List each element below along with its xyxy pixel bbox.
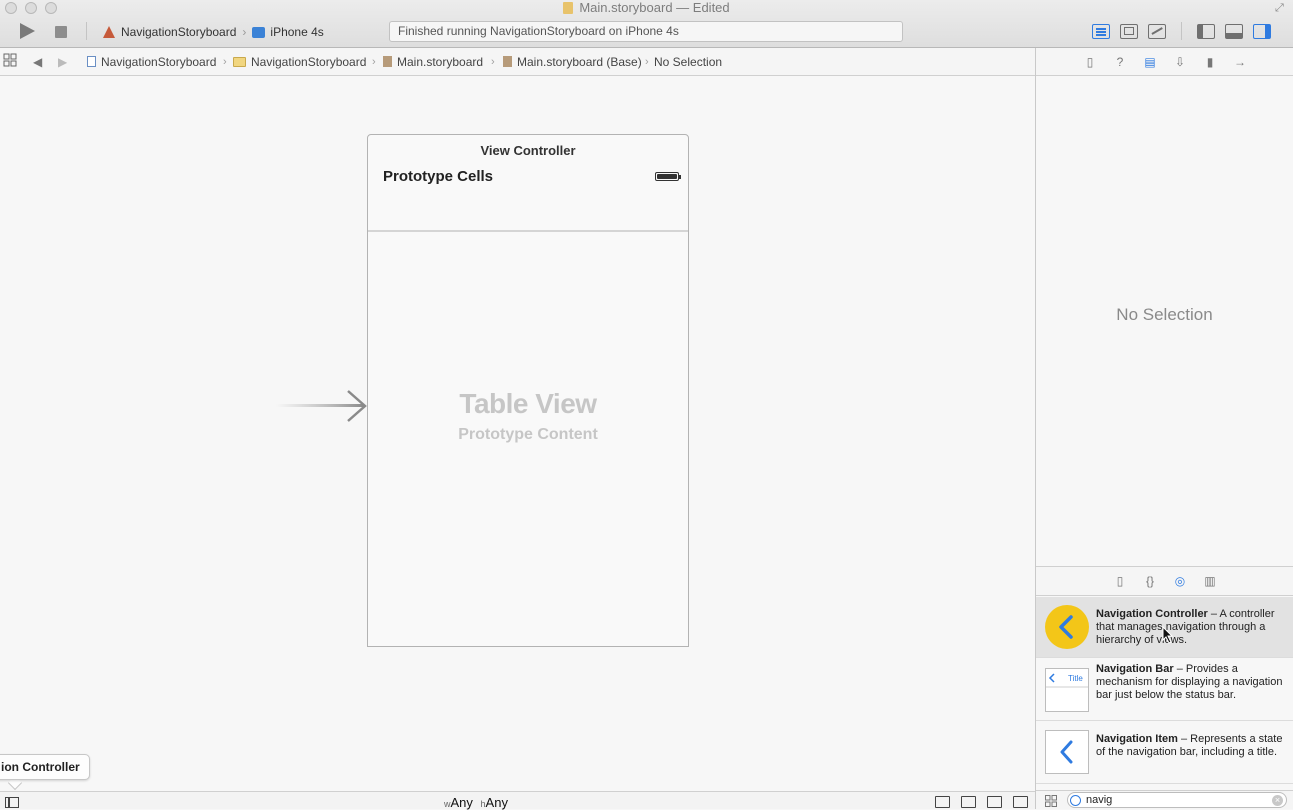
debug-area-toggle-icon[interactable] [1225,24,1243,39]
library-item-description: Navigation Controller – A controller tha… [1096,608,1275,646]
library-search-input[interactable]: navig [1067,792,1287,808]
chevron-right-icon: › [242,25,247,39]
library-item-description: Navigation Bar – Provides a mechanism fo… [1096,663,1283,701]
breadcrumb-project[interactable]: NavigationStoryboard [87,54,216,70]
attributes-inspector-icon[interactable]: ⇩ [1173,55,1187,69]
breadcrumb-localization[interactable]: Main.storyboard (Base) [503,54,642,70]
media-library-icon[interactable]: ▥ [1203,574,1217,588]
jump-bar: ◀ ▶ NavigationStoryboard › NavigationSto… [0,48,1035,76]
resolve-auto-layout-icon[interactable] [987,796,1002,808]
grid-view-icon[interactable] [1045,795,1057,807]
library-tab-bar [1036,566,1293,596]
forward-arrow-icon[interactable]: ▶ [58,54,67,70]
navigation-item-icon [1045,730,1089,774]
quick-help-icon[interactable]: ? [1113,55,1127,69]
chevron-right-icon: › [223,56,227,68]
folder-icon [233,57,246,67]
clear-search-icon[interactable]: × [1272,795,1283,806]
storyboard-file-icon [503,56,512,67]
library-item-description: Navigation Item – Represents a state of … [1096,733,1283,758]
filter-search-icon [1070,795,1081,806]
connections-inspector-icon[interactable]: → [1233,55,1247,69]
size-class-selector[interactable]: wAny hAny [444,795,508,810]
battery-icon [655,172,681,181]
library-item-navigation-bar[interactable]: Title Navigation Bar – Provides a mechan… [1036,659,1293,721]
activity-viewer: Finished running NavigationStoryboard on… [389,21,903,42]
breadcrumb-file[interactable]: Main.storyboard [383,54,483,70]
code-snippet-library-icon[interactable]: {} [1143,574,1157,588]
standard-editor-icon[interactable] [1092,24,1110,39]
run-button[interactable] [20,23,35,39]
utilities-toggle-icon[interactable] [1253,24,1271,39]
assistant-editor-icon[interactable] [1120,24,1138,39]
prototype-cells-label: Prototype Cells [383,168,494,185]
storyboard-file-icon [383,56,392,67]
toolbar-divider [86,22,87,40]
project-icon [87,56,96,67]
navigator-toggle-icon[interactable] [1197,24,1215,39]
navigation-controller-icon [1045,605,1089,649]
drag-object-label: ion Controller [0,754,90,780]
inspector-tab-bar [1036,48,1293,76]
pin-icon[interactable] [961,796,976,808]
object-library-icon[interactable]: ◎ [1173,574,1187,588]
resizing-behavior-icon[interactable] [1013,796,1028,808]
no-selection-label: No Selection [1116,305,1213,324]
document-outline-toggle-icon[interactable] [5,797,19,808]
canvas-bottom-bar: wAny hAny [0,791,1035,810]
library-item-navigation-item[interactable]: Navigation Item – Represents a state of … [1036,722,1293,784]
identity-inspector-icon[interactable]: ▤ [1143,55,1157,69]
xcode-app-icon [102,25,116,39]
scheme-target-label: NavigationStoryboard [121,25,237,39]
navigation-bar-icon: Title [1045,668,1089,712]
scene-title-bar[interactable]: View Controller [367,134,689,166]
table-view-placeholder-title: Table View [459,388,597,419]
window-title: Main.storyboard — Edited [0,0,1293,16]
version-editor-icon[interactable] [1148,24,1166,39]
fullscreen-icon[interactable]: ⤢ [1275,2,1287,14]
breadcrumb-selection[interactable]: No Selection [654,54,722,70]
table-view-placeholder-subtitle: Prototype Content [458,426,598,443]
back-arrow-icon[interactable]: ◀ [33,54,42,70]
file-inspector-icon[interactable]: ▯ [1083,55,1097,69]
stop-button[interactable] [55,26,67,38]
toolbar-divider [1181,22,1182,40]
chevron-right-icon: › [491,56,495,68]
breadcrumb-group[interactable]: NavigationStoryboard [233,54,366,70]
scheme-device-label: iPhone 4s [270,25,324,39]
svg-text:Title: Title [1068,674,1083,683]
size-inspector-icon[interactable]: ▮ [1203,55,1217,69]
simulator-icon [252,27,266,38]
initial-view-controller-arrow-icon[interactable] [276,388,370,424]
chevron-right-icon: › [645,56,649,68]
chevron-right-icon: › [372,56,376,68]
file-template-library-icon[interactable]: ▯ [1113,574,1127,588]
related-items-icon[interactable] [3,53,17,71]
scheme-selector[interactable]: NavigationStoryboard › iPhone 4s [102,23,324,41]
storyboard-doc-icon [563,2,574,14]
align-icon[interactable] [935,796,950,808]
mouse-cursor-icon [1162,626,1174,644]
